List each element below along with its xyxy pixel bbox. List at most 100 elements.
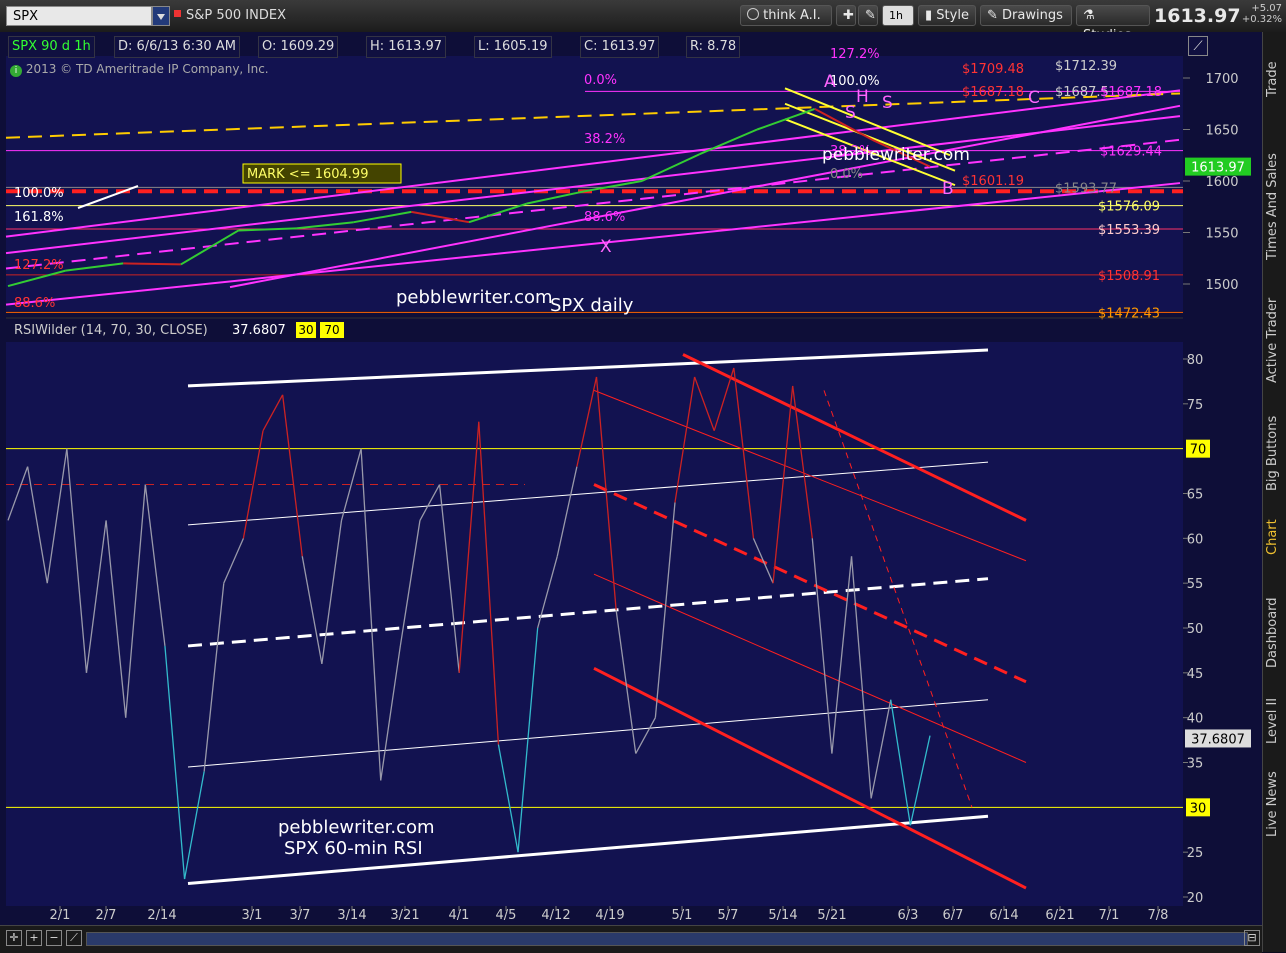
flask-icon: ⚗: [1083, 8, 1095, 23]
rsi-tick-label: 55: [1187, 577, 1204, 592]
last-price-label: 1613.97: [1191, 161, 1245, 176]
tab-dashboard[interactable]: Dashboard: [1265, 588, 1285, 678]
tab-active-trader[interactable]: Active Trader: [1265, 288, 1285, 392]
price-label: $1576.09: [1098, 200, 1160, 215]
info-icon[interactable]: i: [10, 65, 22, 77]
fib-label: 88.6%: [14, 296, 55, 311]
style-icon: ▮: [925, 8, 933, 23]
bottom-bar: ✛ + − ⟋ ⊟: [0, 925, 1262, 953]
price-label: $1472.43: [1098, 306, 1160, 321]
fib-label: 100.0%: [830, 74, 880, 89]
price-label: $1629.44: [1100, 145, 1162, 160]
last-price: 1613.97: [1154, 5, 1241, 27]
rsi-overbought-chip-label: 70: [324, 323, 339, 337]
chart-title: SPX 90 d 1h: [8, 36, 95, 58]
wave-label: X: [600, 237, 612, 257]
symbol-name: S&P 500 INDEX: [186, 8, 286, 23]
time-scrollbar[interactable]: [86, 932, 1248, 946]
tab-chart[interactable]: Chart: [1265, 512, 1285, 562]
zoom-out-icon[interactable]: −: [46, 930, 62, 946]
wrench-icon[interactable]: ✎: [858, 5, 878, 26]
fib-label: 0.0%: [830, 167, 863, 182]
header-close: C: 1613.97: [580, 36, 660, 58]
cursor-tool-icon[interactable]: ✚: [836, 5, 856, 26]
price-tick-label: 1600: [1205, 175, 1238, 190]
price-tick-label: 1650: [1205, 124, 1238, 139]
fib-label: 161.8%: [14, 210, 64, 225]
chart-area[interactable]: 1500 1550 1600 1650 1700 20 25 35 40 45 50 55 60 65 7…: [0, 32, 1262, 925]
price-segment: [123, 262, 181, 266]
rsi-tick-label: 75: [1187, 398, 1204, 413]
collapse-icon[interactable]: ⊟: [1244, 930, 1260, 946]
rsi-oversold-chip-label: 30: [298, 323, 313, 337]
drawings-button[interactable]: ✎ Drawings: [980, 5, 1072, 26]
style-button[interactable]: ▮ Style: [918, 5, 976, 26]
price-label: $1712.39: [1055, 59, 1117, 74]
rsi-tick-label: 40: [1187, 712, 1204, 727]
tab-times-and-sales[interactable]: Times And Sales: [1265, 142, 1285, 272]
rsi-watermark-sub: SPX 60-min RSI: [284, 838, 423, 859]
draw-trend-icon[interactable]: ⟋: [1188, 36, 1208, 56]
price-label: $1687.18: [1100, 85, 1162, 100]
drawing-tool-icon[interactable]: ⟋: [66, 930, 82, 946]
header-low: L: 1605.19: [474, 36, 552, 58]
rsi-watermark: pebblewriter.com: [278, 817, 435, 838]
flag-icon[interactable]: [174, 10, 181, 17]
interval-button[interactable]: 1h: [882, 5, 914, 26]
chart-canvas[interactable]: 1500 1550 1600 1650 1700 20 25 35 40 45 50 55 60 65 7…: [0, 32, 1262, 925]
tab-level-ii[interactable]: Level II: [1265, 692, 1285, 750]
tab-live-news[interactable]: Live News: [1265, 764, 1285, 844]
symbol-input[interactable]: SPX: [6, 6, 152, 26]
fib-label: 0.0%: [584, 73, 617, 88]
expand-icon[interactable]: ✛: [6, 930, 22, 946]
rsi-tick-label: 65: [1187, 488, 1204, 503]
wave-label: S: [845, 103, 856, 123]
chart-header: SPX 90 d 1h D: 6/6/13 6:30 AM O: 1609.29…: [8, 36, 1208, 58]
price-tick-label: 1550: [1205, 227, 1238, 242]
fib-label: 127.2%: [14, 258, 64, 273]
price-watermark-sub: SPX daily: [550, 295, 634, 316]
rsi-tick-label: 80: [1187, 353, 1204, 368]
change-abs: +5.07: [1251, 3, 1282, 14]
rsi-panel-bg: [6, 342, 1183, 906]
price-watermark-2: pebblewriter.com: [822, 145, 970, 165]
rsi-value-label: 37.6807: [1191, 732, 1245, 747]
overbought-chip-label: 70: [1190, 443, 1207, 458]
copyright-text: 2013 © TD Ameritrade IP Company, Inc.: [25, 62, 269, 76]
studies-button[interactable]: ⚗ Studies: [1076, 5, 1150, 43]
wave-label: H: [856, 87, 869, 107]
rsi-tick-label: 20: [1187, 891, 1204, 906]
price-tick-label: 1500: [1205, 278, 1238, 293]
rsi-tick-label: 60: [1187, 532, 1204, 547]
rsi-current-value: 37.6807: [232, 323, 286, 338]
drawings-label: Drawings: [1002, 8, 1063, 23]
wave-label: B: [942, 179, 954, 199]
rsi-tick-label: 25: [1187, 846, 1204, 861]
price-label: $1687.18: [962, 85, 1024, 100]
tab-big-buttons[interactable]: Big Buttons: [1265, 408, 1285, 498]
price-change: +5.07 +0.32%: [1236, 3, 1282, 25]
change-pct: +0.32%: [1241, 14, 1282, 25]
header-high: H: 1613.97: [366, 36, 447, 58]
rsi-title: RSIWilder (14, 70, 30, CLOSE): [14, 323, 208, 338]
zoom-in-icon[interactable]: +: [26, 930, 42, 946]
header-open: O: 1609.29: [258, 36, 339, 58]
tab-trade[interactable]: Trade: [1265, 40, 1285, 118]
symbol-dropdown-icon[interactable]: [152, 6, 170, 26]
price-label: $1593.77: [1055, 181, 1117, 196]
price-axis: 1500 1550 1600 1650 1700: [1183, 72, 1239, 293]
wave-label: A: [824, 72, 836, 92]
think-ai-button[interactable]: think A.I.: [740, 5, 832, 26]
style-label: Style: [936, 8, 969, 23]
price-tick-label: 1700: [1205, 72, 1238, 87]
fib-label: 100.0%: [14, 186, 64, 201]
header-date: D: 6/6/13 6:30 AM: [114, 36, 240, 58]
copyright: i 2013 © TD Ameritrade IP Company, Inc.: [10, 62, 269, 77]
price-label: $1709.48: [962, 62, 1024, 77]
right-sidebar: Trade Times And Sales Active Trader Big …: [1262, 32, 1286, 952]
rsi-tick-label: 45: [1187, 667, 1204, 682]
price-watermark: pebblewriter.com: [396, 287, 553, 308]
header-range: R: 8.78: [686, 36, 741, 58]
pencil-icon: ✎: [987, 8, 998, 23]
rsi-axis: 20 25 35 40 45 50 55 60 65 75 80: [1183, 353, 1203, 906]
